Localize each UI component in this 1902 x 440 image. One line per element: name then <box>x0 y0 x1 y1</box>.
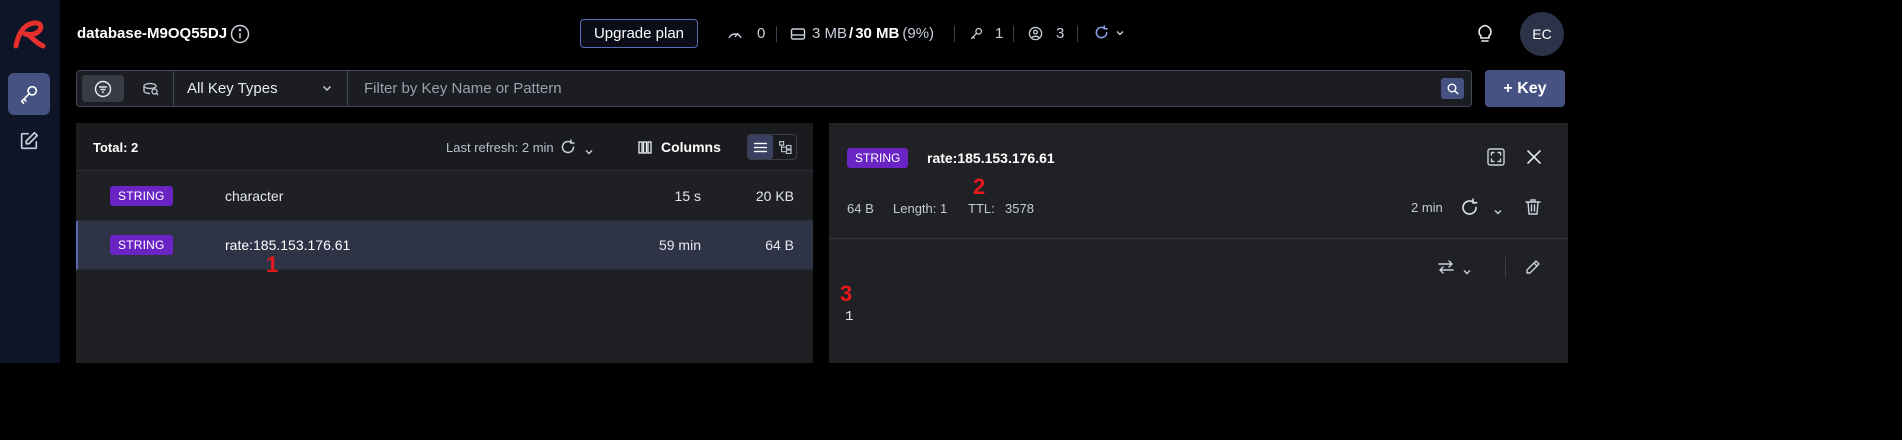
key-ttl: 59 min <box>658 237 701 253</box>
refresh-icon[interactable] <box>560 139 576 160</box>
clients-value: 3 <box>1056 25 1065 42</box>
search-button[interactable] <box>1441 78 1464 99</box>
last-refresh-text: Last refresh: 2 min <box>446 140 554 155</box>
key-detail-panel: STRING rate:185.153.176.61 64 B Length: … <box>829 123 1568 363</box>
detail-size: 64 B <box>847 201 874 216</box>
key-list-header: Total: 2 Last refresh: 2 min Columns <box>76 123 813 171</box>
annotation-marker-1: 1 <box>266 252 279 277</box>
key-type-value: All Key Types <box>187 80 278 97</box>
key-type-select[interactable]: All Key Types <box>173 71 348 106</box>
key-value[interactable]: 1 <box>845 309 853 325</box>
view-toggle <box>747 134 797 160</box>
keys-value: 1 <box>995 25 1004 42</box>
detail-ttl-value[interactable]: 3578 <box>1005 201 1034 216</box>
workbench-nav-button[interactable] <box>8 120 50 162</box>
key-detail-header: STRING rate:185.153.176.61 64 B Length: … <box>829 123 1568 239</box>
keys-stat: 1 <box>969 25 1003 42</box>
memory-stat: 3 MB / 30 MB (9%) <box>790 25 934 42</box>
divider <box>954 26 955 42</box>
detail-ttl-label: TTL: <box>968 201 995 216</box>
divider <box>1505 257 1506 277</box>
add-key-button[interactable]: + Key <box>1485 70 1565 107</box>
tree-icon <box>778 140 792 154</box>
memory-slash: / <box>849 25 854 42</box>
tree-view-button[interactable] <box>773 135 797 159</box>
memory-used: 3 MB <box>812 25 848 42</box>
type-badge: STRING <box>110 235 173 255</box>
filter-bar: All Key Types <box>76 70 1472 107</box>
gauge-icon <box>728 32 742 38</box>
user-avatar[interactable]: EC <box>1520 12 1564 56</box>
memory-percent: (9%) <box>902 25 935 42</box>
columns-button[interactable]: Columns <box>638 139 721 155</box>
lightbulb-icon[interactable] <box>1474 21 1496 50</box>
detail-key-name[interactable]: rate:185.153.176.61 <box>927 150 1055 166</box>
database-search-icon <box>143 82 159 95</box>
annotation-marker-2: 2 <box>973 174 986 199</box>
list-icon <box>754 142 767 152</box>
columns-icon <box>638 140 652 154</box>
type-badge: STRING <box>110 186 173 206</box>
pencil-icon[interactable] <box>1525 259 1541 280</box>
search-mode-toggle-button[interactable] <box>130 75 172 102</box>
key-name: rate:185.153.176.61 <box>225 237 351 253</box>
auto-refresh-toggle[interactable] <box>1094 25 1125 40</box>
ops-stat: 0 <box>727 25 765 42</box>
key-list-panel: Total: 2 Last refresh: 2 min Columns STR… <box>76 123 813 363</box>
browser-nav-button[interactable] <box>8 73 50 115</box>
refresh-icon[interactable] <box>1460 198 1479 222</box>
edit-note-icon <box>20 131 39 150</box>
redis-logo-icon[interactable] <box>10 16 50 52</box>
key-name: character <box>225 188 284 204</box>
columns-label: Columns <box>661 139 721 155</box>
ops-value: 0 <box>757 25 766 42</box>
filter-toggle-button[interactable] <box>82 75 124 102</box>
list-view-button[interactable] <box>748 135 773 159</box>
key-search-input[interactable] <box>349 71 1439 106</box>
type-badge: STRING <box>847 148 909 168</box>
left-rail <box>0 0 60 363</box>
divider <box>1013 26 1014 42</box>
close-icon[interactable] <box>1525 148 1543 171</box>
storage-icon <box>790 27 806 40</box>
refresh-icon <box>1095 25 1108 39</box>
key-size: 20 KB <box>755 188 794 204</box>
fullscreen-icon[interactable] <box>1487 148 1505 171</box>
key-size: 64 B <box>765 237 794 253</box>
chevron-down-icon <box>1116 30 1124 35</box>
format-swap-icon[interactable] <box>1437 259 1455 280</box>
key-icon <box>970 27 983 40</box>
divider <box>776 26 777 42</box>
filter-icon <box>94 80 112 97</box>
database-name: database-M9OQ55DJ <box>77 25 228 42</box>
user-circle-icon <box>1028 26 1043 41</box>
trash-icon[interactable] <box>1524 198 1542 221</box>
info-icon[interactable] <box>230 24 250 44</box>
total-count: Total: 2 <box>93 140 139 155</box>
detail-length: Length: 1 <box>893 201 948 216</box>
chevron-down-icon <box>322 85 332 92</box>
chevron-down-icon[interactable] <box>1462 264 1472 282</box>
memory-total: 30 MB <box>855 25 900 42</box>
key-ttl: 15 s <box>674 188 701 204</box>
upgrade-plan-button[interactable]: Upgrade plan <box>580 19 698 48</box>
search-icon <box>1447 83 1458 94</box>
chevron-down-icon[interactable] <box>1493 204 1503 222</box>
annotation-marker-3: 3 <box>840 281 853 306</box>
key-row[interactable]: STRING character 15 s 20 KB <box>76 172 813 221</box>
key-row-selected[interactable]: STRING rate:185.153.176.61 59 min 64 B <box>76 221 813 270</box>
divider <box>1077 26 1078 42</box>
detail-last-refresh: 2 min <box>1411 200 1443 215</box>
key-icon <box>20 85 38 104</box>
chevron-down-icon[interactable] <box>584 144 594 162</box>
clients-stat: 3 <box>1028 25 1064 42</box>
